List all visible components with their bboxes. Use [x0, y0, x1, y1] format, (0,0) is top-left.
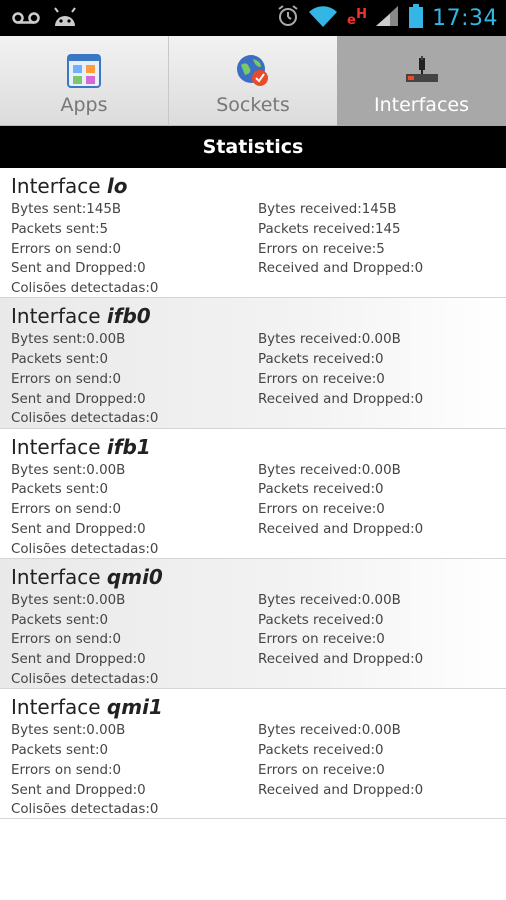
interface-title: Interface ifb0	[11, 302, 506, 330]
voicemail-icon	[12, 10, 40, 29]
interface-prefix: Interface	[11, 564, 107, 589]
tab-apps[interactable]: Apps	[0, 36, 168, 126]
bytes-received: Bytes received:0.00B	[258, 592, 401, 608]
empty-cell	[258, 800, 498, 818]
interface-stats: Bytes sent:0.00B Bytes received:0.00B Pa…	[11, 330, 506, 427]
interface-title: Interface qmi1	[11, 693, 506, 721]
status-bar: e H 17:34	[0, 0, 506, 36]
bytes-received: Bytes received:0.00B	[258, 723, 401, 739]
sent-and-dropped: Sent and Dropped:0	[11, 782, 146, 798]
interface-item[interactable]: Interface ifb0 Bytes sent:0.00B Bytes re…	[0, 298, 506, 429]
interface-prefix: Interface	[11, 434, 107, 459]
battery-icon	[408, 3, 424, 33]
received-and-dropped: Received and Dropped:0	[258, 652, 424, 668]
bytes-received: Bytes received:145B	[258, 202, 397, 217]
errors-on-receive: Errors on receive:0	[258, 632, 385, 648]
errors-on-receive: Errors on receive:0	[258, 762, 385, 778]
interface-prefix: Interface	[11, 304, 107, 329]
interface-prefix: Interface	[11, 695, 107, 720]
tab-apps-label: Apps	[60, 94, 108, 116]
errors-on-send: Errors on send:0	[11, 632, 122, 648]
interface-prefix: Interface	[11, 174, 107, 198]
svg-text:e: e	[347, 13, 356, 27]
interface-title: Interface qmi0	[11, 563, 506, 591]
interface-stats: Bytes sent:0.00B Bytes received:0.00B Pa…	[11, 461, 506, 558]
received-and-dropped: Received and Dropped:0	[258, 521, 424, 537]
clock: 17:34	[432, 5, 498, 31]
bytes-received: Bytes received:0.00B	[258, 462, 401, 478]
bytes-sent: Bytes sent:0.00B	[11, 332, 126, 348]
tab-interfaces[interactable]: Interfaces	[337, 36, 506, 126]
interface-title: Interface lo	[11, 172, 506, 200]
sent-and-dropped: Sent and Dropped:0	[11, 652, 146, 668]
interface-item[interactable]: Interface lo Bytes sent:145B Bytes recei…	[0, 168, 506, 299]
interface-list[interactable]: Interface lo Bytes sent:145B Bytes recei…	[0, 168, 506, 820]
collisions-detected: Colisões detectadas:0	[11, 411, 159, 427]
statistics-header: Statistics	[0, 126, 506, 168]
collisions-detected: Colisões detectadas:0	[11, 281, 159, 297]
interfaces-icon	[403, 52, 441, 90]
alarm-icon	[276, 4, 300, 32]
interface-name: qmi0	[106, 564, 163, 589]
errors-on-receive: Errors on receive:5	[258, 241, 385, 257]
signal-icon	[374, 4, 400, 32]
packets-received: Packets received:0	[258, 742, 384, 758]
packets-sent: Packets sent:0	[11, 482, 109, 498]
packets-sent: Packets sent:0	[11, 352, 109, 368]
bytes-received: Bytes received:0.00B	[258, 332, 401, 348]
tab-sockets[interactable]: Sockets	[168, 36, 337, 126]
errors-on-send: Errors on send:0	[11, 502, 122, 518]
errors-on-receive: Errors on receive:0	[258, 502, 385, 518]
packets-received: Packets received:0	[258, 482, 384, 498]
interface-name: lo	[106, 174, 128, 198]
sent-and-dropped: Sent and Dropped:0	[11, 521, 146, 537]
bytes-sent: Bytes sent:0.00B	[11, 592, 126, 608]
empty-cell	[258, 540, 498, 558]
interface-title: Interface ifb1	[11, 433, 506, 461]
interface-name: ifb0	[106, 304, 151, 329]
android-icon	[52, 6, 78, 32]
collisions-detected: Colisões detectadas:0	[11, 541, 159, 557]
interface-name: qmi1	[106, 695, 163, 720]
empty-cell	[258, 409, 498, 427]
bytes-sent: Bytes sent:0.00B	[11, 723, 126, 739]
received-and-dropped: Received and Dropped:0	[258, 261, 424, 277]
collisions-detected: Colisões detectadas:0	[11, 802, 159, 818]
interface-stats: Bytes sent:0.00B Bytes received:0.00B Pa…	[11, 591, 506, 688]
packets-sent: Packets sent:0	[11, 612, 109, 628]
packets-received: Packets received:0	[258, 352, 384, 368]
page-title: Statistics	[202, 136, 304, 158]
errors-on-send: Errors on send:0	[11, 371, 122, 387]
interface-stats: Bytes sent:145B Bytes received:145B Pack…	[11, 200, 506, 297]
interface-item[interactable]: Interface ifb1 Bytes sent:0.00B Bytes re…	[0, 429, 506, 559]
wifi-icon	[308, 4, 338, 32]
tab-bar: Apps Sockets Interfaces	[0, 36, 506, 126]
empty-cell	[258, 670, 498, 688]
interface-stats: Bytes sent:0.00B Bytes received:0.00B Pa…	[11, 721, 506, 818]
empty-cell	[258, 279, 498, 297]
bytes-sent: Bytes sent:0.00B	[11, 462, 126, 478]
carrier-badge-label: H	[356, 7, 367, 22]
sockets-icon	[234, 52, 272, 90]
errors-on-receive: Errors on receive:0	[258, 371, 385, 387]
received-and-dropped: Received and Dropped:0	[258, 391, 424, 407]
sent-and-dropped: Sent and Dropped:0	[11, 391, 146, 407]
interface-name: ifb1	[106, 434, 151, 459]
interface-item[interactable]: Interface qmi0 Bytes sent:0.00B Bytes re…	[0, 558, 506, 690]
tab-interfaces-label: Interfaces	[374, 94, 469, 116]
bytes-sent: Bytes sent:145B	[11, 202, 122, 217]
carrier-badge: e H	[346, 5, 367, 31]
packets-received: Packets received:0	[258, 612, 384, 628]
received-and-dropped: Received and Dropped:0	[258, 782, 424, 798]
apps-icon	[65, 52, 103, 90]
interface-item[interactable]: Interface qmi1 Bytes sent:0.00B Bytes re…	[0, 689, 506, 820]
errors-on-send: Errors on send:0	[11, 762, 122, 778]
packets-sent: Packets sent:0	[11, 742, 109, 758]
sent-and-dropped: Sent and Dropped:0	[11, 261, 146, 277]
collisions-detected: Colisões detectadas:0	[11, 672, 159, 688]
tab-sockets-label: Sockets	[216, 94, 290, 116]
errors-on-send: Errors on send:0	[11, 241, 122, 257]
packets-sent: Packets sent:5	[11, 221, 109, 237]
packets-received: Packets received:145	[258, 221, 401, 237]
